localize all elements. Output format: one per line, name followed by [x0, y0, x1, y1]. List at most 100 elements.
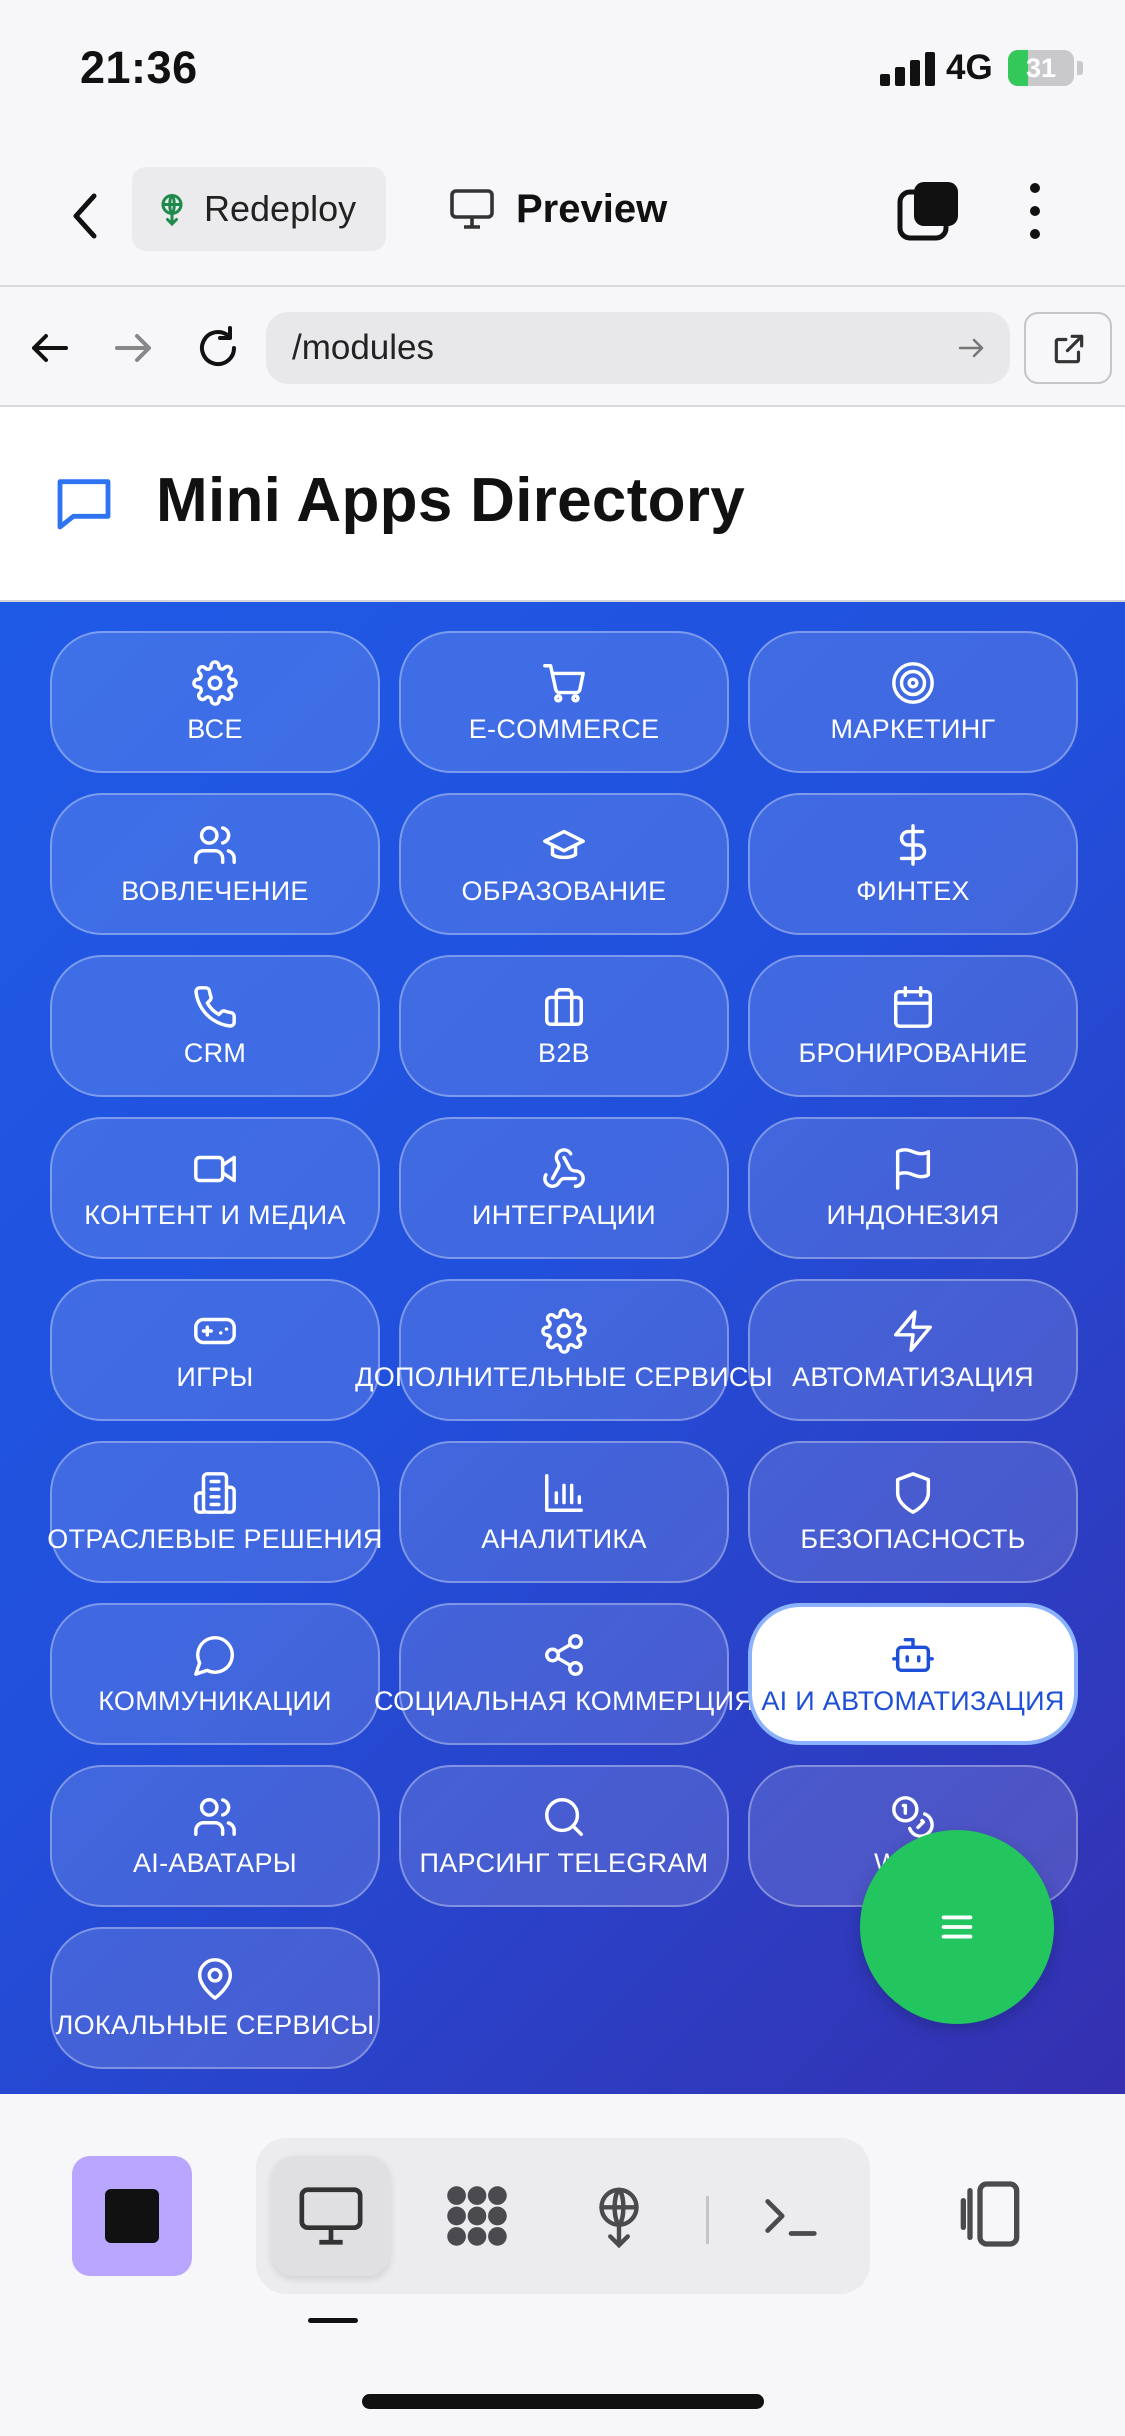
url-bar: /modules [0, 285, 1125, 407]
stop-square-icon [105, 2189, 159, 2243]
category-chip[interactable]: CRM [50, 955, 380, 1097]
category-label: СОЦИАЛЬНАЯ КОММЕРЦИЯ [373, 1685, 755, 1716]
message-circle-icon [194, 1635, 234, 1676]
console-view-button[interactable] [732, 2156, 850, 2276]
graduation-cap-icon [543, 829, 585, 859]
go-arrow-icon[interactable] [956, 332, 988, 364]
menu-icon [941, 1915, 973, 1939]
preview-button[interactable]: Preview [448, 167, 667, 251]
category-label: ВОВЛЕЧЕНИЕ [121, 875, 309, 906]
category-label: ИНДОНЕЗИЯ [826, 1199, 1000, 1230]
category-chip[interactable]: ИНДОНЕЗИЯ [748, 1117, 1078, 1259]
category-chip[interactable]: ПАРСИНГ TELEGRAM [399, 1765, 729, 1907]
users-icon [194, 825, 236, 864]
category-chip[interactable]: ОТРАСЛЕВЫЕ РЕШЕНИЯ [47, 1441, 382, 1583]
message-square-icon [57, 479, 111, 530]
briefcase-icon [545, 987, 583, 1026]
category-label: ЛОКАЛЬНЫЕ СЕРВИСЫ [55, 2009, 375, 2040]
segment-divider [706, 2196, 709, 2244]
target-icon [892, 661, 934, 704]
bar-chart-icon [545, 1473, 583, 1512]
category-label: E-COMMERCE [468, 713, 660, 744]
category-chip[interactable]: ФИНТЕХ [748, 793, 1078, 935]
category-label: МАРКЕТИНГ [830, 713, 996, 744]
category-chip[interactable]: МАРКЕТИНГ [748, 631, 1078, 773]
building-icon [194, 1471, 236, 1514]
category-label: ИГРЫ [176, 1361, 254, 1392]
search-icon [545, 1797, 583, 1836]
flag-icon [895, 1147, 931, 1190]
split-view-icon[interactable] [950, 2174, 1030, 2254]
status-time: 21:36 [80, 42, 198, 93]
battery-tip [1077, 61, 1083, 75]
deploy-view-button[interactable] [560, 2156, 678, 2276]
category-chip[interactable]: ЛОКАЛЬНЫЕ СЕРВИСЫ [50, 1927, 380, 2069]
menu-fab-button[interactable] [860, 1830, 1054, 2024]
category-label: ОБРАЗОВАНИЕ [461, 875, 667, 906]
category-chip[interactable]: B2B [399, 955, 729, 1097]
page-header: Mini Apps Directory [0, 407, 1125, 602]
category-chip[interactable]: ВОВЛЕЧЕНИЕ [50, 793, 380, 935]
battery-level: 31 [1025, 53, 1057, 83]
category-label: ФИНТЕХ [856, 875, 970, 906]
preview-view-button[interactable] [272, 2156, 390, 2276]
tabs-icon[interactable] [896, 178, 962, 244]
preview-label: Preview [516, 186, 668, 231]
workflow-view-button[interactable] [418, 2156, 536, 2276]
url-path: /modules [292, 328, 435, 367]
cart-icon [543, 663, 585, 703]
webhook-icon [543, 1147, 585, 1188]
category-label: АВТОМАТИЗАЦИЯ [792, 1361, 1034, 1392]
category-chip[interactable]: ВСЕ [50, 631, 380, 773]
video-icon [194, 1155, 236, 1182]
antenna-icon [161, 194, 183, 227]
app-toolbar: Redeploy Preview [0, 150, 1125, 285]
share-icon [545, 1633, 583, 1676]
category-chip[interactable]: AI И АВТОМАТИЗАЦИЯ [748, 1603, 1078, 1745]
bottom-bar [0, 2094, 1125, 2436]
more-vertical-icon[interactable] [1015, 178, 1055, 244]
stop-button[interactable] [72, 2156, 192, 2276]
antenna-icon [599, 2187, 639, 2249]
category-chip[interactable]: ИГРЫ [50, 1279, 380, 1421]
gear-icon [541, 1307, 587, 1354]
battery-icon: 31 [1008, 50, 1074, 86]
category-chip[interactable]: АВТОМАТИЗАЦИЯ [748, 1279, 1078, 1421]
category-chip[interactable]: КОММУНИКАЦИИ [50, 1603, 380, 1745]
dollar-icon [899, 823, 927, 866]
category-label: AI-АВАТАРЫ [132, 1847, 298, 1878]
network-type: 4G [946, 48, 993, 87]
forward-arrow-icon[interactable] [105, 320, 161, 376]
category-chip[interactable]: AI-АВАТАРЫ [50, 1765, 380, 1907]
open-external-button[interactable] [1024, 312, 1112, 384]
signal-icon [880, 52, 936, 86]
url-field[interactable]: /modules [266, 312, 1010, 384]
back-arrow-icon[interactable] [22, 320, 78, 376]
category-chip[interactable]: АНАЛИТИКА [399, 1441, 729, 1583]
redeploy-button[interactable]: Redeploy [132, 167, 386, 251]
category-chip[interactable]: БЕЗОПАСНОСТЬ [748, 1441, 1078, 1583]
category-chip[interactable]: СОЦИАЛЬНАЯ КОММЕРЦИЯ [374, 1603, 754, 1745]
category-label: КОНТЕНТ И МЕДИА [84, 1199, 346, 1230]
back-chevron-icon[interactable] [60, 186, 110, 246]
category-chip[interactable]: ИНТЕГРАЦИИ [399, 1117, 729, 1259]
external-link-icon [1054, 334, 1084, 364]
redeploy-label: Redeploy [204, 188, 357, 229]
category-chip[interactable]: КОНТЕНТ И МЕДИА [50, 1117, 380, 1259]
category-chip[interactable]: ДОПОЛНИТЕЛЬНЫЕ СЕРВИСЫ [355, 1279, 773, 1421]
monitor-icon [299, 2187, 363, 2245]
category-label: ДОПОЛНИТЕЛЬНЫЕ СЕРВИСЫ [355, 1361, 773, 1392]
reload-icon[interactable] [190, 320, 246, 376]
category-label: БРОНИРОВАНИЕ [798, 1037, 1028, 1068]
category-label: ПАРСИНГ TELEGRAM [419, 1847, 709, 1878]
map-pin-icon [197, 1957, 233, 2000]
gear-icon [192, 659, 238, 706]
category-label: КОММУНИКАЦИИ [98, 1685, 332, 1716]
category-label: БЕЗОПАСНОСТЬ [800, 1523, 1026, 1554]
bot-icon [892, 1637, 934, 1672]
category-chip[interactable]: ОБРАЗОВАНИЕ [399, 793, 729, 935]
category-chip[interactable]: E-COMMERCE [399, 631, 729, 773]
category-chip[interactable]: БРОНИРОВАНИЕ [748, 955, 1078, 1097]
lightning-icon [894, 1309, 932, 1352]
workflow-icon [447, 2186, 507, 2246]
